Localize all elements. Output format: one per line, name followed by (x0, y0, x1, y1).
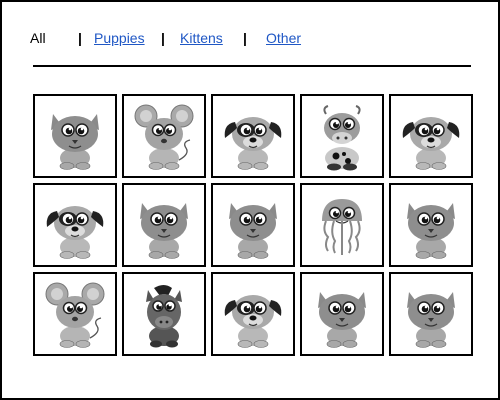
cat-icon (407, 292, 455, 348)
dog-icon (402, 117, 460, 170)
mouse-icon (45, 282, 105, 348)
animal-tile[interactable] (211, 272, 295, 356)
jellyfish-icon (322, 199, 362, 255)
filter-kittens-link[interactable]: Kittens (180, 30, 223, 46)
filter-other-link[interactable]: Other (266, 30, 301, 46)
animal-tile[interactable] (33, 272, 117, 356)
animal-tile[interactable] (389, 183, 473, 267)
animal-tile[interactable] (33, 94, 117, 178)
dog-icon (224, 117, 282, 170)
nav-divider (33, 65, 471, 67)
cat-icon (140, 203, 188, 259)
cat-icon (229, 203, 277, 259)
nav-separator: | (243, 30, 247, 46)
cat-icon (407, 203, 455, 259)
filter-all: All (30, 30, 46, 46)
animal-tile[interactable] (122, 183, 206, 267)
nav-separator: | (78, 30, 82, 46)
animal-tile[interactable] (389, 94, 473, 178)
animal-gallery (33, 94, 473, 356)
animal-tile[interactable] (122, 94, 206, 178)
mouse-icon (134, 104, 194, 170)
animal-tile[interactable] (211, 183, 295, 267)
page-frame: All | Puppies | Kittens | Other (0, 0, 500, 400)
animal-tile[interactable] (300, 183, 384, 267)
animal-tile[interactable] (300, 94, 384, 178)
filter-puppies-link[interactable]: Puppies (94, 30, 145, 46)
horse-icon (146, 285, 182, 348)
animal-tile[interactable] (122, 272, 206, 356)
cat-icon (51, 114, 99, 170)
animal-tile[interactable] (300, 272, 384, 356)
cat-icon (318, 292, 366, 348)
animal-tile[interactable] (33, 183, 117, 267)
cow-icon (323, 105, 361, 171)
dog-icon (46, 206, 104, 259)
animal-tile[interactable] (211, 94, 295, 178)
animal-tile[interactable] (389, 272, 473, 356)
dog-icon (224, 295, 282, 348)
nav-separator: | (161, 30, 165, 46)
